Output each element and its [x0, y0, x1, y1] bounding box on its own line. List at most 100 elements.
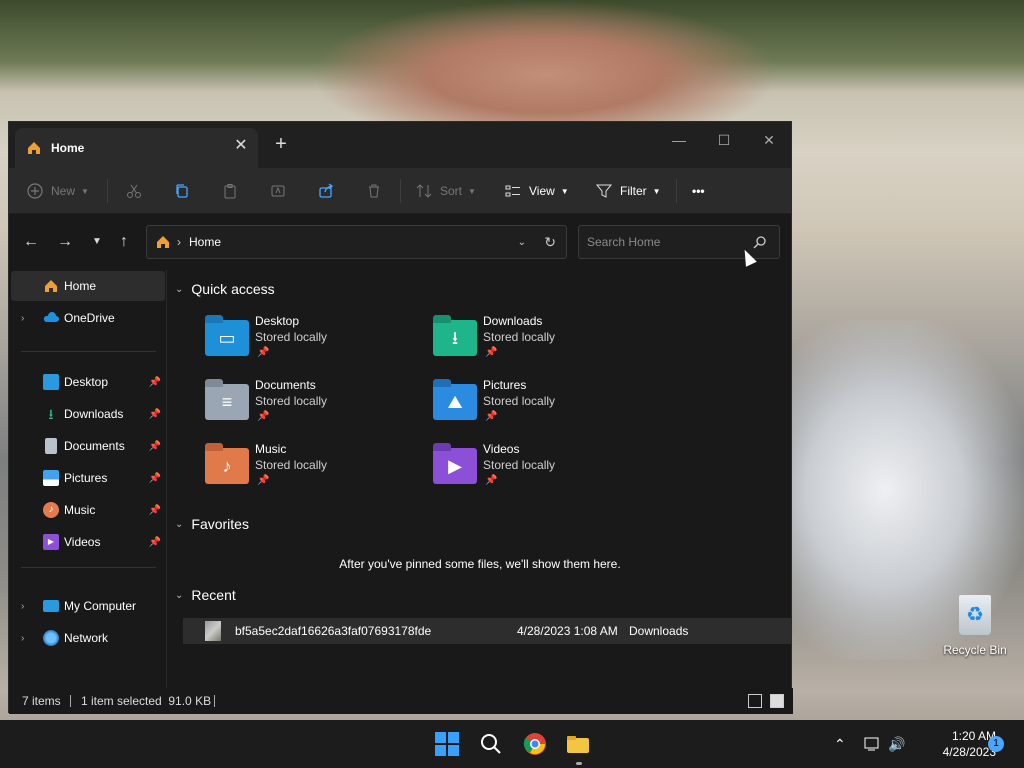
delete-button[interactable]	[366, 168, 382, 214]
documents-folder-icon: ≡	[205, 379, 249, 420]
content-pane: ⌄ Quick access ▭ Desktop Stored locally …	[169, 270, 791, 688]
item-count: 7 items	[22, 694, 61, 708]
tile-name: Downloads	[483, 314, 543, 328]
details-view-icon[interactable]	[748, 694, 762, 708]
quick-access-documents[interactable]: ≡ Documents Stored locally 📌	[205, 378, 425, 434]
sidebar-item-label: Documents	[64, 439, 125, 453]
quick-access-pictures[interactable]: ⛰ Pictures Stored locally 📌	[433, 378, 653, 434]
maximize-button[interactable]: ☐	[704, 126, 744, 154]
tab-title: Home	[51, 141, 85, 155]
tile-name: Music	[255, 442, 287, 456]
pin-icon[interactable]: 📌	[149, 441, 161, 452]
videos-folder-icon: ▶	[433, 443, 477, 484]
sidebar-item-label: Home	[64, 279, 97, 293]
music-note-icon: ♪	[43, 502, 59, 518]
title-bar: Home ✕ + — ☐ ✕	[9, 122, 791, 168]
network-status-icon[interactable]	[864, 736, 882, 752]
sidebar-divider	[21, 351, 156, 352]
quick-access-videos[interactable]: ▶ Videos Stored locally 📌	[433, 442, 653, 498]
home-icon	[45, 280, 57, 292]
sidebar-item-desktop[interactable]: Desktop 📌	[11, 367, 165, 397]
paste-button[interactable]	[222, 168, 238, 214]
rename-button[interactable]	[270, 168, 286, 214]
pin-icon: 📌	[257, 347, 270, 358]
expand-chevron-icon[interactable]: ›	[21, 601, 24, 612]
sidebar-item-music[interactable]: ♪ Music 📌	[11, 495, 165, 525]
sidebar-item-onedrive[interactable]: › OneDrive	[11, 303, 165, 333]
recent-header[interactable]: ⌄ Recent	[175, 587, 236, 603]
quick-access-desktop[interactable]: ▭ Desktop Stored locally 📌	[205, 314, 425, 370]
desktop-folder-icon: ▭	[205, 315, 249, 356]
command-bar: New ▼ Sort ▼ View ▼ Filter ▼ •••	[9, 168, 791, 214]
status-divider	[214, 695, 215, 707]
tiles-view-icon[interactable]	[770, 694, 784, 708]
notification-badge[interactable]: 1	[988, 736, 1004, 752]
address-bar[interactable]: › Home ⌄ ↻	[146, 225, 567, 259]
pin-icon[interactable]: 📌	[149, 409, 161, 420]
search-input[interactable]	[579, 226, 744, 258]
pin-icon: 📌	[257, 475, 270, 486]
search-icon[interactable]	[753, 235, 767, 249]
sort-button[interactable]: Sort ▼	[416, 168, 476, 214]
sidebar-item-network[interactable]: › Network	[11, 623, 165, 653]
volume-icon[interactable]: 🔊	[888, 720, 905, 768]
recycle-bin-label: Recycle Bin	[943, 643, 1007, 657]
pin-icon[interactable]: 📌	[149, 537, 161, 548]
pin-icon[interactable]: 📌	[149, 377, 161, 388]
pin-icon[interactable]: 📌	[149, 473, 161, 484]
toolbar-divider	[107, 179, 108, 203]
minimize-button[interactable]: —	[659, 126, 699, 154]
sidebar-item-pictures[interactable]: Pictures 📌	[11, 463, 165, 493]
close-window-button[interactable]: ✕	[749, 126, 789, 154]
expand-chevron-icon[interactable]: ›	[21, 313, 24, 324]
sidebar-item-downloads[interactable]: ⭳ Downloads 📌	[11, 399, 165, 429]
favorites-header[interactable]: ⌄ Favorites	[175, 516, 249, 532]
view-button[interactable]: View ▼	[505, 168, 569, 214]
back-arrow-icon[interactable]: ←	[21, 232, 41, 252]
expand-chevron-icon[interactable]: ›	[21, 633, 24, 644]
new-tab-button[interactable]: +	[271, 134, 291, 154]
copy-button[interactable]	[174, 168, 190, 214]
recent-file-row[interactable]: bf5a5ec2daf16626a3faf07693178fde 4/28/20…	[183, 618, 791, 644]
file-explorer-icon[interactable]	[566, 732, 590, 756]
tile-status: Stored locally	[255, 458, 328, 472]
forward-arrow-icon[interactable]: →	[55, 232, 75, 252]
refresh-icon[interactable]: ↻	[544, 234, 556, 251]
quick-access-downloads[interactable]: ⭳ Downloads Stored locally 📌	[433, 314, 653, 370]
sidebar-item-label: Desktop	[64, 375, 109, 389]
taskbar: ⌃ 🔊 1:20 AM 4/28/2023	[0, 720, 1024, 768]
tab-home[interactable]: Home ✕	[15, 128, 258, 168]
search-icon[interactable]	[479, 732, 503, 756]
sidebar-item-my-computer[interactable]: › My Computer	[11, 591, 165, 621]
chevron-down-icon: ▼	[468, 186, 476, 196]
cut-button[interactable]	[126, 168, 142, 214]
recent-locations-chevron-icon[interactable]: ▼	[87, 232, 107, 252]
sidebar-item-videos[interactable]: ▶ Videos 📌	[11, 527, 165, 557]
address-dropdown-icon[interactable]: ⌄	[518, 237, 526, 248]
recent-title: Recent	[191, 587, 236, 603]
more-options-button[interactable]: •••	[692, 168, 705, 214]
show-hidden-icons-chevron-icon[interactable]: ⌃	[834, 720, 846, 768]
pin-icon: 📌	[485, 347, 498, 358]
filter-button[interactable]: Filter ▼	[596, 168, 661, 214]
sidebar-item-documents[interactable]: Documents 📌	[11, 431, 165, 461]
close-tab-icon[interactable]: ✕	[232, 137, 250, 155]
share-button[interactable]	[318, 168, 334, 214]
quick-access-header[interactable]: ⌄ Quick access	[175, 281, 275, 297]
new-button[interactable]: New ▼	[27, 168, 89, 214]
start-button[interactable]	[435, 732, 459, 756]
pin-icon[interactable]: 📌	[149, 505, 161, 516]
quick-access-music[interactable]: ♪ Music Stored locally 📌	[205, 442, 425, 498]
clock-time: 1:20 AM	[951, 729, 996, 743]
chrome-icon[interactable]	[523, 732, 547, 756]
breadcrumb-home[interactable]: Home	[189, 235, 221, 249]
network-globe-icon	[43, 630, 59, 646]
cloud-icon	[43, 312, 59, 322]
system-clock[interactable]: 1:20 AM 4/28/2023	[906, 728, 996, 760]
active-app-indicator	[576, 762, 582, 765]
up-arrow-icon[interactable]: ↑	[114, 232, 134, 252]
share-icon	[319, 183, 333, 198]
tile-name: Videos	[483, 442, 520, 456]
desktop-recycle-bin[interactable]: ♻ Recycle Bin	[940, 595, 1010, 665]
sidebar-item-home[interactable]: Home	[11, 271, 165, 301]
